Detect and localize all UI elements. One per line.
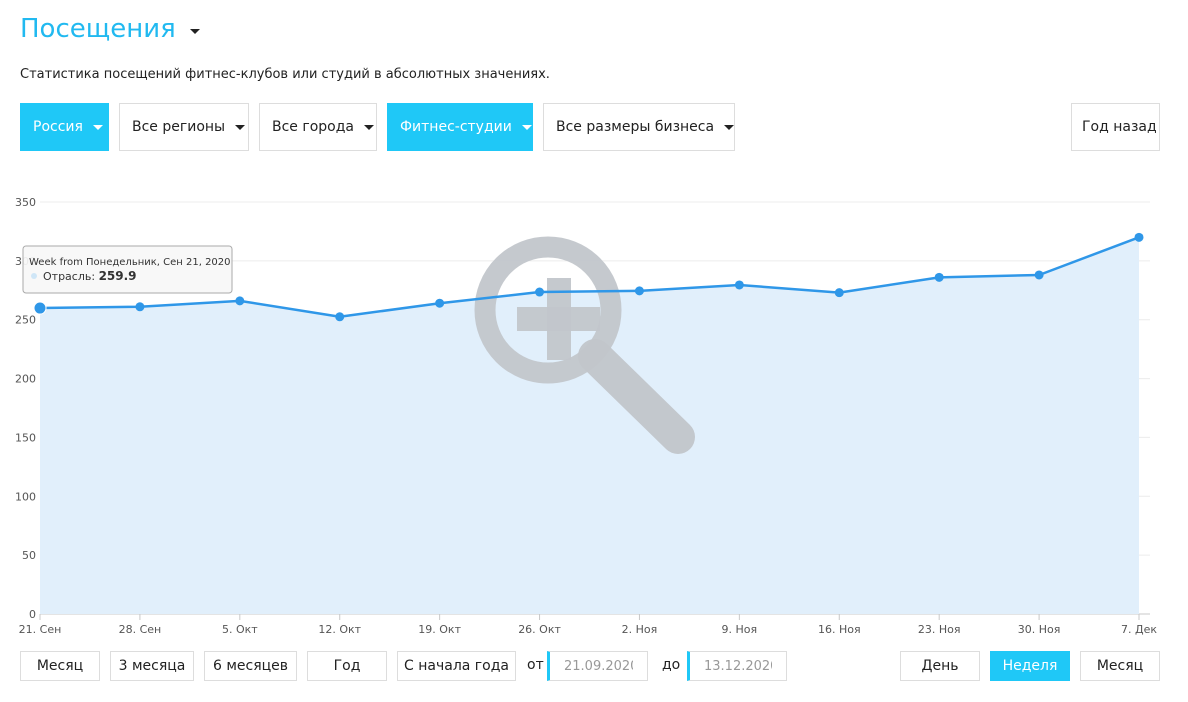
city-filter-label: Все города bbox=[272, 119, 354, 135]
magnifier-plus-vertical-icon bbox=[547, 278, 571, 360]
country-filter-label: Россия bbox=[33, 119, 83, 135]
date-to-label: до bbox=[662, 657, 681, 673]
page-title-text: Посещения bbox=[20, 14, 176, 44]
chevron-down-icon bbox=[92, 124, 103, 130]
data-point[interactable] bbox=[834, 288, 844, 298]
date-from-label: от bbox=[527, 657, 544, 673]
chevron-down-icon bbox=[235, 124, 246, 130]
data-point[interactable] bbox=[1034, 270, 1044, 280]
business-type-filter-label: Фитнес-студии bbox=[400, 119, 512, 135]
y-tick-label: 100 bbox=[15, 490, 36, 503]
x-tick-label: 23. Ноя bbox=[918, 623, 961, 636]
data-point[interactable] bbox=[535, 287, 545, 297]
y-tick-label: 50 bbox=[22, 549, 36, 562]
range-ytd-button[interactable]: С начала года bbox=[397, 651, 516, 681]
y-tick-label: 200 bbox=[15, 373, 36, 386]
data-point[interactable] bbox=[435, 298, 445, 308]
range-6-months-button[interactable]: 6 месяцев bbox=[204, 651, 297, 681]
x-tick-label: 26. Окт bbox=[518, 623, 561, 636]
region-filter[interactable]: Все регионы bbox=[119, 103, 249, 151]
tooltip-series-label: Отрасль: 259.9 bbox=[43, 269, 137, 283]
x-tick-label: 21. Сен bbox=[19, 623, 62, 636]
data-point[interactable] bbox=[934, 272, 944, 282]
date-from-input[interactable] bbox=[547, 651, 648, 681]
compare-year-ago-button[interactable]: Год назад bbox=[1071, 103, 1160, 151]
x-tick-label: 7. Дек bbox=[1121, 623, 1157, 636]
x-tick-label: 9. Ноя bbox=[722, 623, 758, 636]
range-month-button[interactable]: Месяц bbox=[20, 651, 100, 681]
granularity-week-button[interactable]: Неделя bbox=[990, 651, 1070, 681]
region-filter-label: Все регионы bbox=[132, 119, 226, 135]
data-point[interactable] bbox=[335, 312, 345, 322]
range-year-button[interactable]: Год bbox=[307, 651, 387, 681]
business-size-filter[interactable]: Все размеры бизнеса bbox=[543, 103, 735, 151]
data-point[interactable] bbox=[734, 280, 744, 290]
x-tick-label: 30. Ноя bbox=[1018, 623, 1061, 636]
x-tick-label: 28. Сен bbox=[119, 623, 162, 636]
tooltip-value: 259.9 bbox=[99, 269, 137, 283]
tooltip-header: Week from Понедельник, Сен 21, 2020 bbox=[29, 257, 231, 268]
y-tick-label: 150 bbox=[15, 431, 36, 444]
visits-chart[interactable]: 05010015020025030035021. Сен28. Сен5. Ок… bbox=[0, 185, 1188, 645]
range-3-months-button[interactable]: 3 месяца bbox=[110, 651, 194, 681]
y-tick-label: 250 bbox=[15, 314, 36, 327]
chevron-down-icon bbox=[521, 124, 532, 130]
compare-year-ago-label: Год назад bbox=[1082, 119, 1157, 135]
tooltip-series-marker bbox=[31, 273, 37, 279]
data-point[interactable] bbox=[135, 302, 145, 312]
series-area bbox=[40, 237, 1139, 615]
data-point[interactable] bbox=[1134, 232, 1144, 242]
country-filter[interactable]: Россия bbox=[20, 103, 109, 151]
business-size-filter-label: Все размеры бизнеса bbox=[556, 119, 715, 135]
x-tick-label: 19. Окт bbox=[418, 623, 461, 636]
page-title[interactable]: Посещения bbox=[20, 14, 200, 44]
data-point[interactable] bbox=[33, 301, 47, 315]
chevron-down-icon[interactable] bbox=[189, 28, 200, 34]
business-type-filter[interactable]: Фитнес-студии bbox=[387, 103, 533, 151]
date-to-input[interactable] bbox=[687, 651, 787, 681]
granularity-day-button[interactable]: День bbox=[900, 651, 980, 681]
x-tick-label: 2. Ноя bbox=[622, 623, 658, 636]
city-filter[interactable]: Все города bbox=[259, 103, 377, 151]
chevron-down-icon bbox=[724, 124, 735, 130]
data-point[interactable] bbox=[634, 286, 644, 296]
chevron-down-icon bbox=[364, 124, 374, 130]
x-tick-label: 5. Окт bbox=[222, 623, 258, 636]
x-tick-label: 16. Ноя bbox=[818, 623, 861, 636]
data-point[interactable] bbox=[235, 296, 245, 306]
x-tick-label: 12. Окт bbox=[318, 623, 361, 636]
granularity-month-button[interactable]: Месяц bbox=[1080, 651, 1160, 681]
y-tick-label: 0 bbox=[29, 608, 36, 621]
y-tick-label: 350 bbox=[15, 196, 36, 209]
page-subtitle: Статистика посещений фитнес-клубов или с… bbox=[20, 67, 550, 82]
